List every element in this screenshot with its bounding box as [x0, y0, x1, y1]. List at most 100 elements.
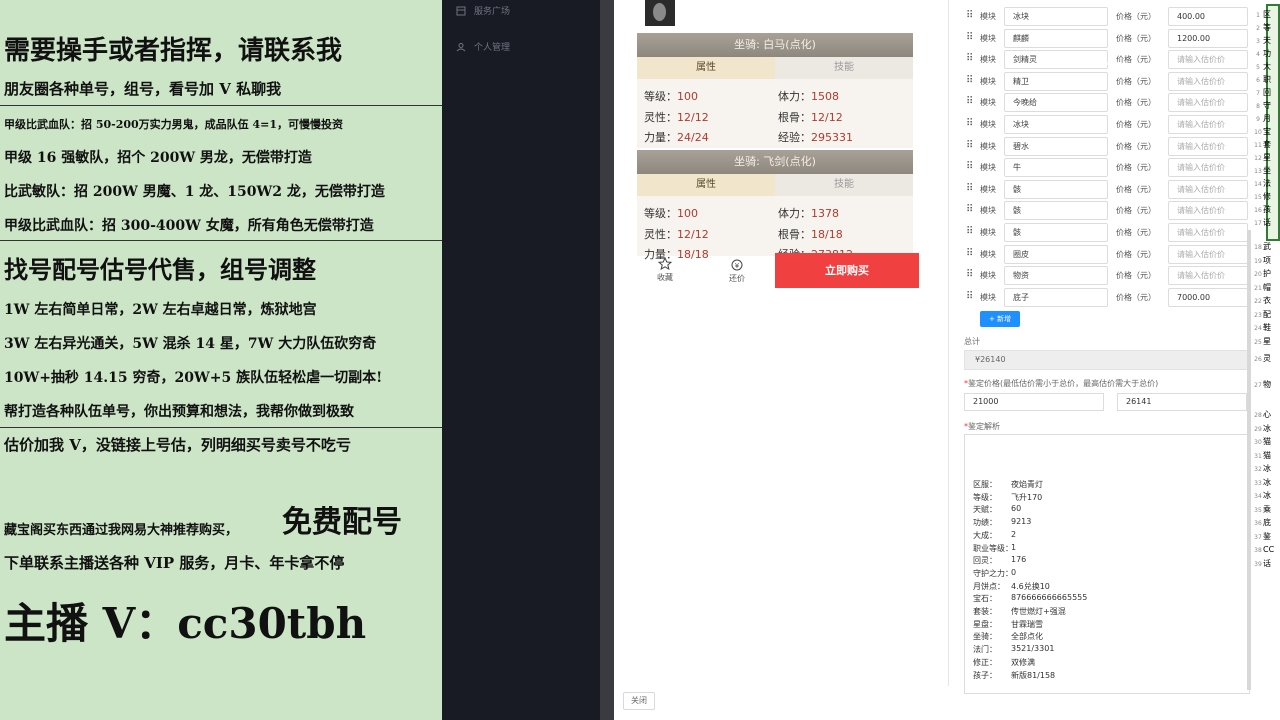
max-price-input[interactable]: 26141	[1117, 393, 1247, 411]
price-input[interactable]: 400.00	[1168, 7, 1248, 26]
clipped-cell: 35乘	[1254, 504, 1271, 514]
sidebar-item-profile[interactable]: 个人管理	[456, 40, 510, 53]
ad-line-12: 估价加我 V，没链接上号估，列明细买号卖号不吃亏	[4, 436, 351, 454]
appraisal-form: ⠿模块冰块价格（元）400.00+−⠿模块麒麟价格（元）1200.00+−⠿模块…	[962, 0, 1262, 700]
ad-line-13: 藏宝阁买东西通过我网易大神推荐购买，	[4, 523, 239, 538]
price-input[interactable]: 请输入估价价	[1168, 115, 1248, 134]
clipped-cell: 34冰	[1254, 491, 1271, 500]
module-row: ⠿模块今晚给价格（元）请输入估价价+−	[962, 92, 1260, 113]
analysis-line: 星盘： 甘霖瑞雪	[973, 619, 1043, 629]
drag-handle-icon[interactable]: ⠿	[966, 10, 973, 22]
stat-root: 根骨：18/18	[778, 228, 843, 241]
price-label: 价格（元）	[1116, 12, 1156, 21]
analysis-line: 区服： 夜焰青灯	[973, 480, 1043, 489]
tab-skills[interactable]: 技能	[775, 174, 913, 196]
price-input[interactable]: 请输入估价价	[1168, 136, 1248, 156]
ad-line-14: 下单联系主播送各种 VIP 服务，月卡、年卡拿不停	[4, 554, 345, 572]
tab-attributes[interactable]: 属性	[637, 174, 775, 196]
drag-handle-icon[interactable]: ⠿	[966, 248, 973, 260]
module-name-input[interactable]: 骸	[1004, 179, 1108, 199]
price-input[interactable]: 1200.00	[1168, 28, 1248, 48]
ad-line-2: 朋友圈各种单号，组号，看号加 V 私聊我	[4, 80, 282, 98]
stat-stamina: 体力：1378	[778, 207, 839, 220]
stat-stamina: 体力：1508	[778, 90, 839, 103]
price-input[interactable]: 请输入估价价	[1168, 201, 1248, 221]
drag-handle-icon[interactable]: ⠿	[966, 140, 973, 152]
stat-exp: 经验：295331	[778, 131, 853, 144]
module-row: ⠿模块牛价格（元）请输入估价价+−	[962, 157, 1260, 178]
price-input[interactable]: 请输入估价价	[1168, 223, 1248, 242]
module-name-input[interactable]: 骸	[1004, 223, 1108, 242]
module-label: 模块	[980, 184, 996, 194]
clipped-cell: 5大	[1256, 62, 1271, 71]
analysis-line: 职业等级： 1	[973, 542, 1017, 553]
drag-handle-icon[interactable]: ⠿	[966, 118, 973, 130]
ad-overlay: 需要操手或者指挥，请联系我 朋友圈各种单号，组号，看号加 V 私聊我 甲级比武血…	[0, 0, 442, 720]
module-name-input[interactable]: 骸	[1004, 201, 1108, 221]
drag-handle-icon[interactable]: ⠿	[966, 96, 973, 108]
module-name-input[interactable]: 冰块	[1004, 7, 1108, 26]
bargain-label: 还价	[729, 274, 745, 283]
module-name-input[interactable]: 物资	[1004, 266, 1108, 286]
module-label: 模块	[980, 228, 996, 237]
favorite-button[interactable]: 收藏	[645, 256, 685, 283]
price-input[interactable]: 请输入估价价	[1168, 50, 1248, 70]
watermark: ◎ C...	[1072, 50, 1122, 69]
buy-now-button[interactable]: 立即购买	[775, 253, 919, 288]
module-name-input[interactable]: 冰块	[1004, 115, 1108, 134]
scrollbar[interactable]	[1247, 230, 1251, 690]
analysis-label: *鉴定解析	[964, 422, 1000, 431]
right-clipped-panel: 1 区 2 等 3 天 4 功 5 大 6 职 7 回 8 守 9 月 10宝 11套 12星 13坐 14法 15修 16孩 1…	[1253, 0, 1280, 720]
price-label: 价格（元）	[1116, 98, 1156, 108]
mount-header-2: 坐骑: 飞剑(点化)	[637, 150, 913, 174]
drag-handle-icon[interactable]: ⠿	[966, 75, 973, 87]
module-label: 模块	[980, 33, 996, 43]
tab-skills[interactable]: 技能	[775, 57, 913, 79]
module-name-input[interactable]: 牛	[1004, 158, 1108, 178]
price-input[interactable]: 请输入估价价	[1168, 179, 1248, 199]
min-price-input[interactable]: 21000	[964, 393, 1104, 411]
clipped-cell: 4功	[1256, 49, 1271, 58]
module-name-input[interactable]: 底子	[1004, 287, 1108, 307]
panel-divider	[948, 0, 949, 686]
clipped-cell: 30猫	[1254, 437, 1271, 446]
price-input[interactable]: 请输入估价价	[1168, 158, 1248, 178]
drag-handle-icon[interactable]: ⠿	[966, 291, 973, 303]
module-name-input[interactable]: 今晚给	[1004, 93, 1108, 113]
analysis-textarea[interactable]: 区服： 夜焰青灯 等级： 飞升170 天赋： 60 功绩： 9213 大成： 2 职业等级： 1 回灵：…	[964, 434, 1250, 694]
drag-handle-icon[interactable]: ⠿	[966, 269, 973, 281]
module-name-input[interactable]: 碧水	[1004, 136, 1108, 156]
price-input[interactable]: 请输入估价价	[1168, 93, 1248, 113]
module-label: 模块	[980, 55, 996, 65]
ad-contact: 主播 V：cc30tbh	[4, 599, 367, 648]
drag-handle-icon[interactable]: ⠿	[966, 183, 973, 195]
price-input[interactable]: 请输入估价价	[1168, 266, 1248, 286]
price-label: 价格（元）	[1116, 163, 1156, 173]
close-button[interactable]: 关闭	[623, 692, 655, 710]
drag-handle-icon[interactable]: ⠿	[966, 53, 973, 65]
ad-line-9: 3W 左右异光通关，5W 混杀 14 星，7W 大力队伍砍穷奇	[4, 336, 377, 352]
module-name-input[interactable]: 精卫	[1004, 71, 1108, 91]
price-input[interactable]: 请输入估价价	[1168, 71, 1248, 91]
drag-handle-icon[interactable]: ⠿	[966, 226, 973, 238]
analysis-line: 套装： 传世燃灯+强混	[973, 607, 1066, 616]
price-input[interactable]: 请输入估价价	[1168, 244, 1248, 264]
tab-bar: 属性 技能	[637, 57, 913, 79]
price-label: 价格（元）	[1116, 141, 1156, 151]
analysis-line: 月饼点： 4.6兑换10	[973, 581, 1050, 591]
module-name-input[interactable]: 麒麟	[1004, 28, 1108, 48]
sidebar-item-service[interactable]: 服务广场	[456, 4, 510, 17]
drag-handle-icon[interactable]: ⠿	[966, 32, 973, 44]
attribute-panel: 等级：100 体力：1378 灵性：12/12 根骨：18/18 力量：18/1…	[637, 196, 913, 261]
price-label: 价格（元）	[1116, 76, 1156, 86]
bargain-button[interactable]: ¥ 还价	[717, 259, 757, 284]
module-name-input[interactable]: 圈皮	[1004, 244, 1108, 264]
drag-handle-icon[interactable]: ⠿	[966, 204, 973, 216]
main-panel: 坐骑: 白马(点化) 属性 技能 等级：100 体力：1508 灵性：12/12…	[614, 0, 1280, 720]
ad-line-5: 比武敏队：招 200W 男魔、1 龙、150W2 龙，无偿带打造	[4, 184, 385, 200]
drag-handle-icon[interactable]: ⠿	[966, 161, 973, 173]
add-button[interactable]: + 新增	[980, 311, 1020, 327]
tab-attributes[interactable]: 属性	[637, 57, 775, 79]
sidebar-item-label: 个人管理	[474, 43, 511, 53]
price-input[interactable]: 7000.00	[1168, 287, 1248, 307]
